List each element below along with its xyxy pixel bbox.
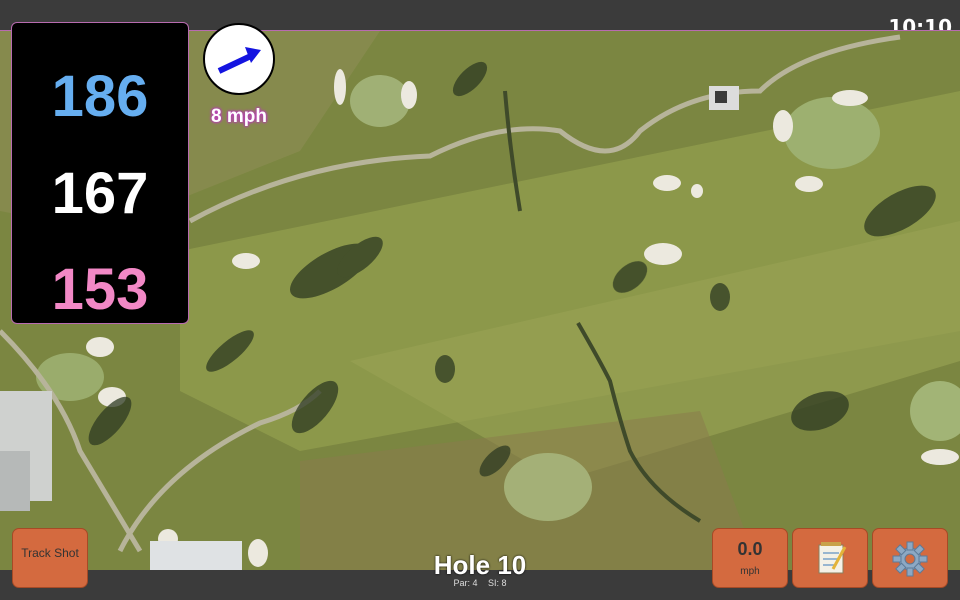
speed-button[interactable]: 0.0 mph [712, 528, 788, 588]
back-distance: 186 [51, 64, 149, 129]
notes-button[interactable] [792, 528, 868, 588]
speed-value: 0.0 [737, 539, 763, 559]
middle-distance: 167 [51, 161, 149, 226]
wind-direction-arrow-icon [217, 47, 261, 74]
settings-button[interactable] [872, 528, 948, 588]
wind-indicator [203, 23, 275, 95]
distance-panel: 186 167 153 [11, 22, 189, 324]
notepad-icon [818, 542, 847, 574]
hole-info: Par: 4 SI: 8 [380, 578, 580, 588]
gear-icon [892, 541, 928, 577]
hole-title: Hole 10 [433, 550, 527, 580]
track-shot-button[interactable]: Track Shot [12, 528, 88, 588]
speed-unit: mph [740, 566, 760, 577]
hole-stroke-index: SI: 8 [488, 578, 507, 588]
hole-par: Par: 4 [453, 578, 478, 588]
wind-speed: 8 mph [211, 106, 267, 127]
front-distance: 153 [51, 257, 149, 322]
